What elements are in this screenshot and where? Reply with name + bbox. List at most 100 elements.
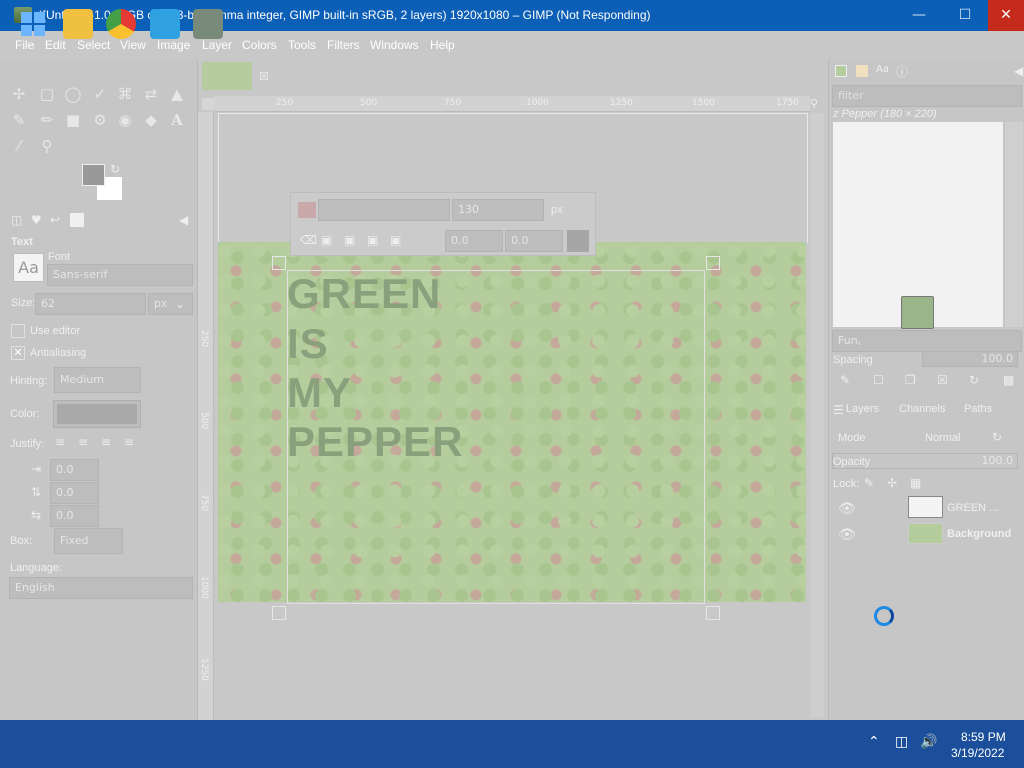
menu-image[interactable]: Image bbox=[157, 38, 190, 52]
clear-style-icon[interactable]: ⌫ bbox=[300, 233, 317, 247]
show-hidden-icons-icon[interactable]: ⌃ bbox=[868, 734, 880, 750]
vertical-scrollbar[interactable] bbox=[810, 113, 824, 718]
hinting-select[interactable]: Medium bbox=[54, 367, 141, 393]
edit-brush-icon[interactable]: ✎ bbox=[840, 373, 850, 387]
lock-alpha-icon[interactable]: ▦ bbox=[910, 476, 921, 490]
paint-icon[interactable]: ✎ bbox=[9, 110, 29, 130]
transform-handle[interactable] bbox=[272, 256, 286, 270]
quick-mask-icon[interactable] bbox=[202, 98, 214, 110]
letter-spacing-input[interactable]: 0.0 bbox=[50, 505, 99, 527]
justify-fill-icon[interactable]: ≡ bbox=[124, 435, 134, 449]
brush-filter-input[interactable]: filter bbox=[832, 85, 1022, 107]
configure-tab-icon[interactable]: ◀ bbox=[179, 213, 188, 227]
mode-select[interactable]: Normal bbox=[925, 432, 960, 444]
layer-visibility-eye-icon[interactable]: 👁 bbox=[838, 527, 856, 543]
use-editor-checkbox[interactable] bbox=[11, 324, 25, 338]
font-color-swatch[interactable] bbox=[298, 202, 316, 218]
menu-colors[interactable]: Colors bbox=[242, 38, 277, 52]
menu-tools[interactable]: Tools bbox=[288, 38, 316, 52]
text-color-button[interactable] bbox=[53, 400, 141, 428]
text-tool-icon[interactable]: A bbox=[167, 110, 187, 130]
font-preview[interactable]: Aa bbox=[13, 253, 44, 282]
file-explorer-icon[interactable] bbox=[63, 9, 93, 39]
navigate-icon[interactable]: ⚲ bbox=[810, 97, 824, 111]
toolbar-size-unit[interactable]: px bbox=[551, 204, 563, 216]
menu-windows[interactable]: Windows bbox=[370, 38, 419, 52]
fuzzy-select-icon[interactable]: ✓ bbox=[90, 84, 110, 104]
network-icon[interactable]: ◫ bbox=[895, 734, 908, 750]
eraser-icon[interactable]: ■ bbox=[63, 110, 83, 130]
box-select[interactable]: Fixed bbox=[54, 528, 123, 554]
justify-right-icon[interactable]: ≡ bbox=[78, 435, 88, 449]
lock-position-icon[interactable]: ✢ bbox=[887, 476, 897, 490]
layer-name[interactable]: GREEN ... bbox=[947, 502, 998, 514]
baseline-input[interactable]: 0.0 bbox=[445, 230, 503, 252]
kerning-input[interactable]: 0.0 bbox=[505, 230, 563, 252]
selected-brush-pepper[interactable] bbox=[901, 296, 934, 329]
smudge-icon[interactable]: ◉ bbox=[115, 110, 135, 130]
images-tab-icon[interactable] bbox=[70, 213, 84, 227]
open-as-image-icon[interactable]: ▩ bbox=[1003, 373, 1014, 387]
lock-pixels-icon[interactable]: ✎ bbox=[864, 476, 874, 490]
patterns-tab-icon[interactable] bbox=[856, 65, 868, 77]
line-spacing-input[interactable]: 0.0 bbox=[50, 482, 99, 504]
color-picker-icon[interactable]: ⁄ bbox=[9, 136, 29, 156]
menu-edit[interactable]: Edit bbox=[45, 38, 66, 52]
device-status-tab-icon[interactable]: ♥ bbox=[31, 213, 42, 227]
brush-icon[interactable]: ✏ bbox=[37, 110, 57, 130]
indent-input[interactable]: 0.0 bbox=[50, 459, 99, 481]
brushes-tab-icon[interactable] bbox=[835, 65, 847, 77]
maximize-button[interactable]: ☐ bbox=[942, 0, 988, 31]
justify-left-icon[interactable]: ≡ bbox=[55, 435, 65, 449]
transform-handle[interactable] bbox=[272, 606, 286, 620]
clock-date[interactable]: 3/19/2022 bbox=[951, 746, 1004, 760]
crop-icon[interactable]: ⌘ bbox=[115, 84, 135, 104]
layer-name[interactable]: Background bbox=[947, 528, 1011, 540]
menu-file[interactable]: File bbox=[15, 38, 34, 52]
swap-colors-icon[interactable]: ↻ bbox=[110, 162, 120, 176]
minimize-button[interactable]: — bbox=[896, 0, 942, 31]
font-field[interactable]: Sans-serif bbox=[47, 264, 193, 286]
menu-select[interactable]: Select bbox=[77, 38, 110, 52]
transform-handle[interactable] bbox=[706, 606, 720, 620]
tool-options-tab-icon[interactable]: ◫ bbox=[11, 213, 22, 227]
justify-center-icon[interactable]: ≡ bbox=[101, 435, 111, 449]
refresh-brushes-icon[interactable]: ↻ bbox=[969, 373, 979, 387]
size-unit-select[interactable]: px bbox=[148, 293, 193, 315]
close-tab-icon[interactable]: ☒ bbox=[259, 70, 269, 83]
notepad-icon[interactable] bbox=[150, 9, 180, 39]
brush-tag-field[interactable]: Fun, bbox=[832, 330, 1022, 352]
tab-channels[interactable]: Channels bbox=[899, 403, 945, 415]
new-brush-icon[interactable]: ☐ bbox=[873, 373, 884, 387]
zoom-icon[interactable]: ⚲ bbox=[37, 136, 57, 156]
duplicate-brush-icon[interactable]: ❐ bbox=[905, 373, 916, 387]
move-tool-icon[interactable]: ✢ bbox=[9, 84, 29, 104]
bucket-icon[interactable]: ▲ bbox=[167, 84, 187, 104]
brush-item[interactable] bbox=[835, 124, 867, 156]
foreground-color-swatch[interactable] bbox=[82, 164, 105, 186]
tab-paths[interactable]: Paths bbox=[964, 403, 992, 415]
path-icon[interactable]: ◆ bbox=[141, 110, 161, 130]
transform-handle[interactable] bbox=[706, 256, 720, 270]
clock-time[interactable]: 8:59 PM bbox=[961, 730, 1006, 744]
strikethrough-icon[interactable]: ▣ bbox=[390, 233, 401, 247]
undo-history-tab-icon[interactable]: ↩ bbox=[50, 213, 60, 227]
fonts-tab-icon[interactable]: Aa bbox=[876, 64, 889, 75]
bold-icon[interactable]: ▣ bbox=[321, 233, 332, 247]
clone-icon[interactable]: ⚙ bbox=[90, 110, 110, 130]
mode-reset-icon[interactable]: ↻ bbox=[992, 430, 1002, 444]
menu-layer[interactable]: Layer bbox=[202, 38, 232, 52]
menu-help[interactable]: Help bbox=[430, 38, 455, 52]
text-layer-thumbnail[interactable] bbox=[908, 496, 943, 518]
chrome-icon[interactable] bbox=[106, 9, 136, 39]
italic-icon[interactable]: ▣ bbox=[344, 233, 355, 247]
gimp-taskbar-icon[interactable] bbox=[193, 9, 223, 39]
close-button[interactable]: ✕ bbox=[988, 0, 1024, 31]
background-layer-thumbnail[interactable] bbox=[908, 523, 943, 544]
volume-icon[interactable]: 🔊 bbox=[920, 734, 937, 750]
toolbar-size-input[interactable]: 130 bbox=[452, 199, 544, 221]
size-input[interactable]: 62 bbox=[35, 293, 146, 315]
spacing-slider[interactable]: 100.0 bbox=[922, 351, 1018, 367]
brush-scrollbar[interactable] bbox=[1005, 122, 1023, 327]
antialiasing-checkbox[interactable]: ✕ bbox=[11, 346, 25, 360]
